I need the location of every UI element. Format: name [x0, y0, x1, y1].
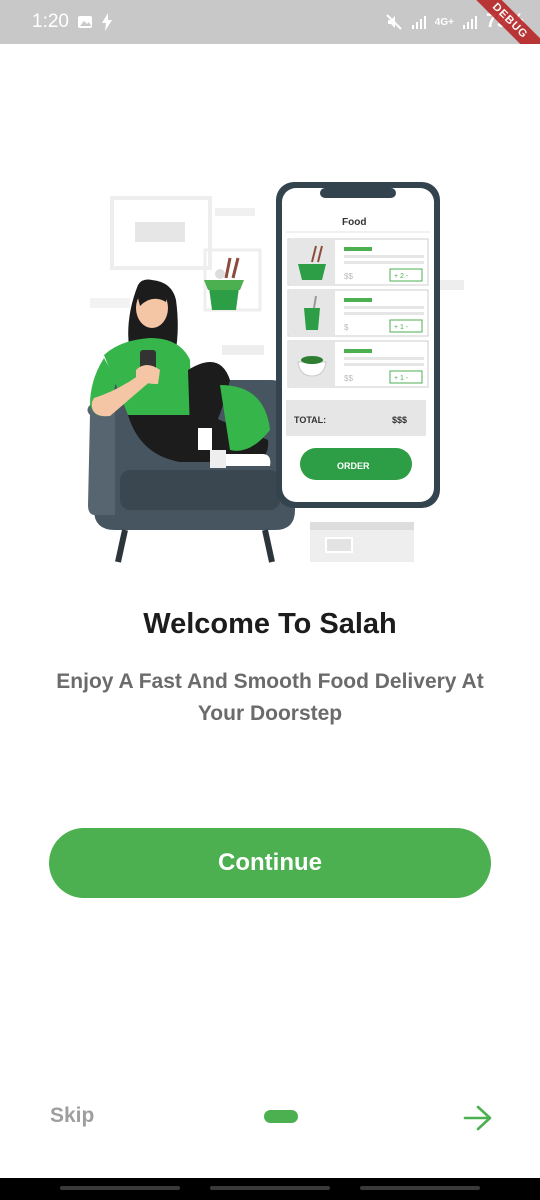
arrow-right-icon [463, 1105, 492, 1131]
onboarding-illustration: Food $$ + 2 - $ + 1 - $$ + 1 - TOTAL: $$… [87, 182, 464, 563]
system-nav-bar [0, 1178, 540, 1200]
order-label: ORDER [337, 461, 370, 471]
next-button[interactable] [460, 1100, 496, 1136]
item-3-qty: + 1 - [394, 375, 409, 382]
total-label: TOTAL: [294, 415, 326, 425]
signal-icon [411, 14, 427, 30]
network-type: 4G+ [434, 16, 454, 28]
skip-button[interactable]: Skip [50, 1104, 94, 1128]
mute-icon [385, 13, 403, 31]
page-indicator-active [264, 1110, 298, 1123]
item-2-price: $ [344, 323, 349, 332]
phone-mockup: Food $$ + 2 - $ + 1 - $$ + 1 - TOTAL: $$… [276, 182, 440, 508]
item-1-price: $$ [344, 272, 353, 281]
phone-screen-title: Food [342, 217, 366, 228]
signal-icon-2 [462, 14, 478, 30]
status-left: 1:20 [32, 11, 113, 33]
item-1-qty: + 2 - [394, 273, 409, 280]
continue-button[interactable]: Continue [49, 828, 491, 898]
welcome-subtitle: Enjoy A Fast And Smooth Food Delivery At… [56, 670, 484, 725]
welcome-title: Welcome To Salah [143, 608, 397, 640]
total-value: $$$ [392, 415, 407, 425]
item-2-qty: + 1 - [394, 324, 409, 331]
status-bar: 1:20 4G+ 79% DEBUG [0, 0, 540, 44]
nav-recent-handle[interactable] [60, 1186, 180, 1190]
nav-home-handle[interactable] [210, 1186, 330, 1190]
charging-bolt-icon [101, 13, 113, 31]
item-3-price: $$ [344, 374, 353, 383]
status-time: 1:20 [32, 11, 69, 32]
gallery-icon [77, 14, 93, 30]
nav-back-handle[interactable] [360, 1186, 480, 1190]
